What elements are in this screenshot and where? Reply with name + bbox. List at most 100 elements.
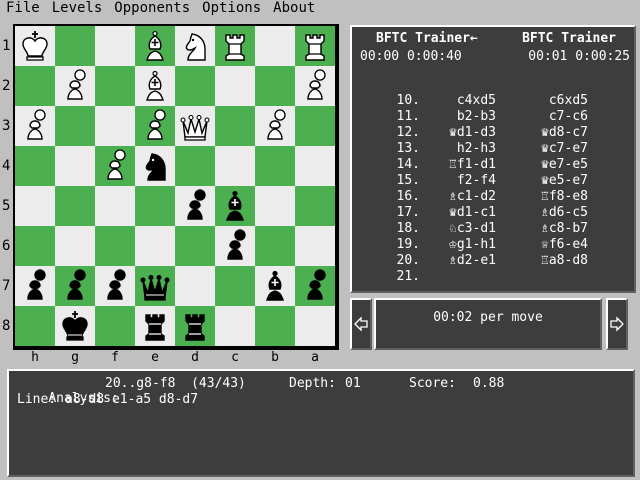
board-square[interactable] [175, 306, 215, 346]
menu-opponents[interactable]: Opponents [108, 0, 196, 16]
black-bishop-icon[interactable] [218, 189, 252, 223]
board-square[interactable] [55, 266, 95, 306]
board-square[interactable] [295, 226, 335, 266]
board-square[interactable] [55, 26, 95, 66]
board-square[interactable] [255, 186, 295, 226]
black-pawn-icon[interactable] [218, 229, 252, 263]
board-square[interactable] [135, 226, 175, 266]
menu-about[interactable]: About [267, 0, 321, 16]
board-square[interactable] [215, 106, 255, 146]
white-rook-icon[interactable] [218, 29, 252, 63]
board-square[interactable] [295, 146, 335, 186]
board-square[interactable] [255, 26, 295, 66]
board-square[interactable] [255, 106, 295, 146]
move-row[interactable]: 13. h2-h3 ♛c7-e7 [388, 141, 628, 157]
white-king-icon[interactable] [18, 29, 52, 63]
board-square[interactable] [295, 26, 335, 66]
menu-options[interactable]: Options [196, 0, 267, 16]
board-square[interactable] [175, 146, 215, 186]
move-row[interactable]: 20. ♗d2-e1 ♖a8-d8 [388, 253, 628, 269]
move-row[interactable]: 14. ♖f1-d1 ♛e7-e5 [388, 157, 628, 173]
board-square[interactable] [95, 186, 135, 226]
white-pawn-icon[interactable] [58, 69, 92, 103]
board-square[interactable] [175, 226, 215, 266]
board-square[interactable] [215, 186, 255, 226]
menu-file[interactable]: File [0, 0, 46, 16]
black-bishop-icon[interactable] [258, 269, 292, 303]
white-pawn-icon[interactable] [138, 109, 172, 143]
board-square[interactable] [95, 226, 135, 266]
board-square[interactable] [215, 306, 255, 346]
board-square[interactable] [295, 186, 335, 226]
board-square[interactable] [175, 66, 215, 106]
board-square[interactable] [215, 66, 255, 106]
board-square[interactable] [95, 26, 135, 66]
move-row[interactable]: 15. f2-f4 ♛e5-e7 [388, 173, 628, 189]
board-square[interactable] [135, 66, 175, 106]
black-king-icon[interactable] [58, 309, 92, 343]
black-pawn-icon[interactable] [98, 269, 132, 303]
board-square[interactable] [15, 226, 55, 266]
board-square[interactable] [15, 66, 55, 106]
board-square[interactable] [55, 146, 95, 186]
board-square[interactable] [255, 146, 295, 186]
board-square[interactable] [55, 306, 95, 346]
white-rook-icon[interactable] [298, 29, 332, 63]
board-square[interactable] [95, 106, 135, 146]
white-pawn-icon[interactable] [98, 149, 132, 183]
board-square[interactable] [55, 66, 95, 106]
white-knight-icon[interactable] [178, 29, 212, 63]
next-move-button[interactable] [606, 298, 628, 350]
board-square[interactable] [215, 146, 255, 186]
board-square[interactable] [255, 66, 295, 106]
board-square[interactable] [135, 306, 175, 346]
black-knight-icon[interactable] [138, 149, 172, 183]
white-queen-icon[interactable] [178, 109, 212, 143]
black-pawn-icon[interactable] [58, 269, 92, 303]
black-pawn-icon[interactable] [298, 269, 332, 303]
board-square[interactable] [95, 266, 135, 306]
black-queen-icon[interactable] [138, 269, 172, 303]
move-row[interactable]: 18. ♘c3-d1 ♗c8-b7 [388, 221, 628, 237]
board-square[interactable] [175, 266, 215, 306]
board-square[interactable] [95, 306, 135, 346]
board-square[interactable] [135, 146, 175, 186]
black-rook-icon[interactable] [178, 309, 212, 343]
previous-move-button[interactable] [350, 298, 372, 350]
board-square[interactable] [215, 226, 255, 266]
board-square[interactable] [135, 26, 175, 66]
board-square[interactable] [95, 146, 135, 186]
black-pawn-icon[interactable] [178, 189, 212, 223]
move-row[interactable]: 19. ♔g1-h1 ♕f6-e4 [388, 237, 628, 253]
board-square[interactable] [15, 106, 55, 146]
move-row[interactable]: 16. ♗c1-d2 ♖f8-e8 [388, 189, 628, 205]
move-row[interactable]: 12. ♛d1-d3 ♛d8-c7 [388, 125, 628, 141]
board-square[interactable] [175, 186, 215, 226]
board-square[interactable] [135, 106, 175, 146]
board-square[interactable] [295, 306, 335, 346]
board-square[interactable] [135, 266, 175, 306]
board-square[interactable] [175, 26, 215, 66]
black-rook-icon[interactable] [138, 309, 172, 343]
board-square[interactable] [295, 106, 335, 146]
move-row[interactable]: 17. ♛d1-c1 ♗d6-c5 [388, 205, 628, 221]
move-row[interactable]: 10. c4xd5 c6xd5 [388, 93, 628, 109]
board-square[interactable] [215, 266, 255, 306]
move-row[interactable]: 11. b2-b3 c7-c6 [388, 109, 628, 125]
board-square[interactable] [55, 226, 95, 266]
board-square[interactable] [255, 226, 295, 266]
board-square[interactable] [55, 106, 95, 146]
white-bishop-icon[interactable] [138, 29, 172, 63]
board-square[interactable] [15, 26, 55, 66]
board-square[interactable] [295, 66, 335, 106]
board-square[interactable] [15, 266, 55, 306]
board-square[interactable] [215, 26, 255, 66]
board-square[interactable] [15, 186, 55, 226]
white-pawn-icon[interactable] [298, 69, 332, 103]
white-bishop-icon[interactable] [138, 69, 172, 103]
menu-levels[interactable]: Levels [46, 0, 109, 16]
move-row[interactable]: 21. [388, 269, 628, 285]
board-square[interactable] [295, 266, 335, 306]
board-square[interactable] [95, 66, 135, 106]
white-pawn-icon[interactable] [18, 109, 52, 143]
